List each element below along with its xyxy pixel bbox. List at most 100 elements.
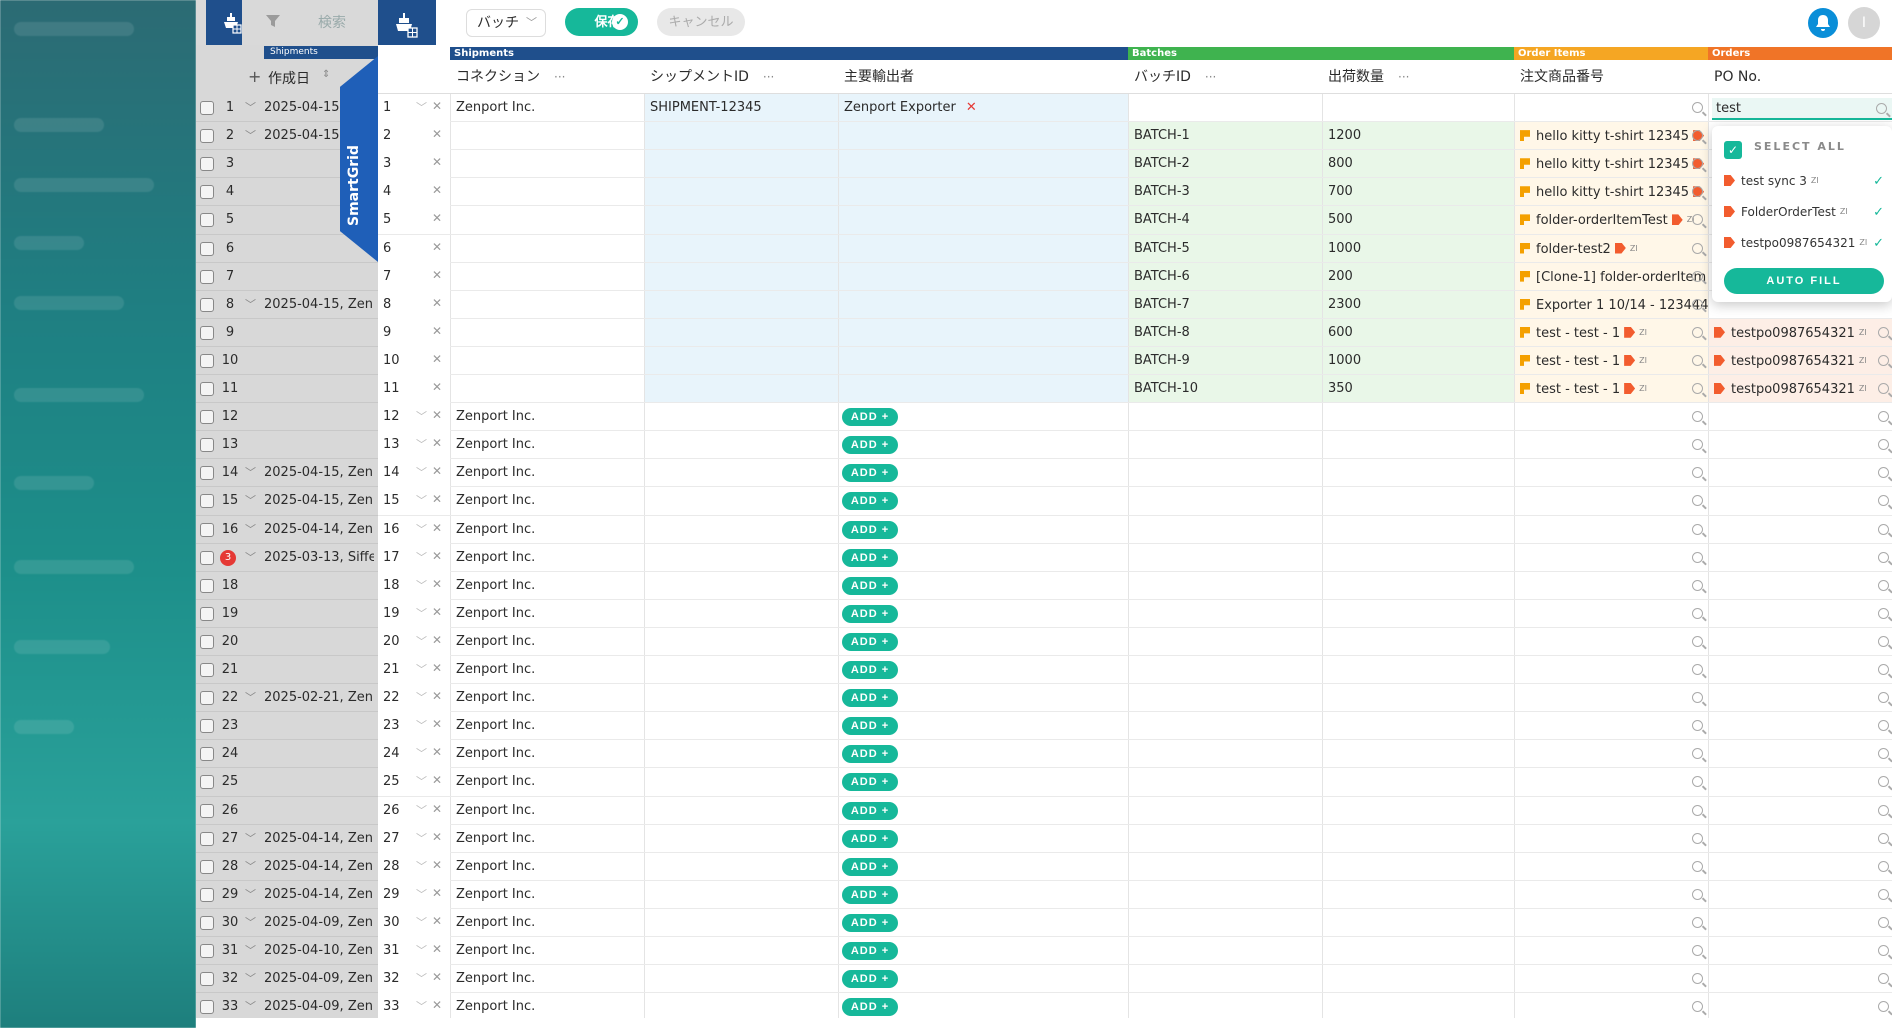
search-icon[interactable]: [1692, 214, 1703, 226]
connection-cell[interactable]: Zenport Inc.: [450, 993, 644, 1021]
chevron-down-icon[interactable]: ﹀: [245, 858, 256, 874]
batch-id-cell[interactable]: BATCH-9: [1128, 347, 1322, 375]
chevron-down-icon[interactable]: ﹀: [245, 942, 256, 958]
batch-id-cell[interactable]: BATCH-5: [1128, 235, 1322, 263]
search-icon[interactable]: [1692, 1001, 1703, 1013]
remove-row-icon[interactable]: ✕: [432, 211, 442, 225]
connection-cell[interactable]: Zenport Inc.: [450, 516, 644, 544]
search-icon[interactable]: [1692, 326, 1703, 338]
search-icon[interactable]: [1878, 383, 1889, 394]
order-item-cell[interactable]: folder-orderItemTest ZI: [1514, 206, 1708, 234]
smartgrid-tab[interactable]: SmartGrid: [340, 56, 378, 262]
search-icon[interactable]: [1692, 411, 1703, 423]
order-item-cell[interactable]: [Clone-1] folder-orderItemZI: [1514, 263, 1708, 291]
select-all-checkbox[interactable]: ✓ SELECT ALL: [1724, 140, 1846, 159]
column-menu-icon[interactable]: ···: [1398, 70, 1409, 84]
chevron-down-icon[interactable]: ﹀: [245, 886, 256, 902]
save-button[interactable]: 保存 ✓: [565, 8, 638, 36]
chevron-down-icon[interactable]: ﹀: [245, 492, 256, 508]
remove-row-icon[interactable]: ✕: [432, 521, 442, 535]
chevron-down-icon[interactable]: ﹀: [416, 436, 427, 452]
add-exporter-button[interactable]: ADD +: [842, 576, 898, 595]
search-icon[interactable]: [1692, 270, 1703, 282]
remove-row-icon[interactable]: ✕: [432, 492, 442, 506]
search-icon[interactable]: [1692, 467, 1703, 479]
remove-row-icon[interactable]: ✕: [432, 858, 442, 872]
search-icon[interactable]: [1692, 832, 1703, 844]
row-checkbox[interactable]: [200, 831, 214, 846]
row-checkbox[interactable]: [200, 297, 214, 312]
remove-row-icon[interactable]: ✕: [432, 408, 442, 422]
col-shipment-id[interactable]: シップメントID ···: [644, 61, 838, 93]
search-icon[interactable]: [1692, 945, 1703, 956]
batch-id-cell[interactable]: BATCH-8: [1128, 319, 1322, 347]
search-icon[interactable]: [1692, 888, 1703, 900]
remove-row-icon[interactable]: ✕: [432, 268, 442, 282]
remove-row-icon[interactable]: ✕: [432, 436, 442, 450]
chevron-down-icon[interactable]: ﹀: [245, 914, 256, 930]
search-icon[interactable]: [1692, 776, 1703, 788]
chevron-down-icon[interactable]: ﹀: [416, 858, 427, 874]
search-icon[interactable]: [1692, 607, 1703, 619]
connection-cell[interactable]: Zenport Inc.: [450, 937, 644, 965]
search-icon[interactable]: [1878, 579, 1889, 591]
remove-row-icon[interactable]: ✕: [432, 240, 442, 254]
po-cell[interactable]: testpo0987654321 ZI: [1708, 347, 1892, 375]
search-icon[interactable]: [1692, 354, 1703, 366]
search-icon[interactable]: [1692, 523, 1703, 535]
row-checkbox[interactable]: [200, 775, 214, 790]
chevron-down-icon[interactable]: ﹀: [245, 521, 256, 537]
cancel-button[interactable]: キャンセル: [657, 8, 745, 36]
search-icon[interactable]: [1878, 973, 1889, 985]
remove-row-icon[interactable]: ✕: [432, 296, 442, 310]
row-checkbox[interactable]: [200, 1000, 214, 1015]
row-checkbox[interactable]: [200, 944, 214, 958]
search-icon[interactable]: [1878, 664, 1889, 675]
chevron-down-icon[interactable]: ﹀: [416, 549, 427, 565]
search-icon[interactable]: [1692, 102, 1703, 113]
search-icon[interactable]: [1692, 916, 1703, 928]
search-icon[interactable]: [1878, 1001, 1889, 1013]
connection-cell[interactable]: Zenport Inc.: [450, 797, 644, 825]
chevron-down-icon[interactable]: ﹀: [245, 970, 256, 986]
connection-cell[interactable]: Zenport Inc.: [450, 881, 644, 909]
batch-id-cell[interactable]: BATCH-4: [1128, 206, 1322, 234]
remove-row-icon[interactable]: ✕: [432, 689, 442, 703]
connection-cell[interactable]: Zenport Inc.: [450, 768, 644, 796]
add-exporter-button[interactable]: ADD +: [842, 717, 898, 736]
remove-row-icon[interactable]: ✕: [432, 661, 442, 675]
connection-cell[interactable]: Zenport Inc.: [450, 684, 644, 712]
remove-row-icon[interactable]: ✕: [432, 183, 442, 197]
chevron-down-icon[interactable]: ﹀: [245, 127, 256, 143]
search-icon[interactable]: [1692, 804, 1703, 816]
column-menu-icon[interactable]: ···: [763, 70, 774, 84]
row-checkbox[interactable]: [200, 522, 214, 537]
quantity-cell[interactable]: 350: [1322, 375, 1514, 403]
quantity-cell[interactable]: 1200: [1322, 122, 1514, 150]
chevron-down-icon[interactable]: ﹀: [416, 464, 427, 480]
search-icon[interactable]: [1878, 551, 1889, 563]
search-icon[interactable]: [1692, 158, 1703, 170]
search-icon[interactable]: [1878, 804, 1889, 816]
search-icon[interactable]: [1692, 635, 1703, 647]
remove-exporter-icon[interactable]: ✕: [966, 100, 977, 115]
po-option[interactable]: test sync 3 ZI ✓: [1724, 174, 1884, 189]
remove-row-icon[interactable]: ✕: [432, 380, 442, 394]
search-icon[interactable]: [1692, 383, 1703, 394]
col-quantity[interactable]: 出荷数量 ···: [1322, 61, 1514, 93]
search-icon[interactable]: [1692, 186, 1703, 198]
order-item-cell[interactable]: folder-test2 ZI: [1514, 235, 1708, 263]
chevron-down-icon[interactable]: ﹀: [416, 99, 427, 115]
connection-cell[interactable]: Zenport Inc.: [450, 544, 644, 572]
chevron-down-icon[interactable]: ﹀: [416, 802, 427, 818]
quantity-cell[interactable]: 2300: [1322, 291, 1514, 319]
row-checkbox[interactable]: [200, 101, 214, 115]
search-icon[interactable]: [1878, 467, 1889, 479]
order-item-cell[interactable]: test - test - 1 ZI: [1514, 347, 1708, 375]
auto-fill-button[interactable]: AUTO FILL: [1724, 268, 1884, 294]
search-icon[interactable]: [1878, 495, 1889, 507]
order-item-cell[interactable]: Exporter 1 10/14 - 123444ZI: [1514, 291, 1708, 319]
quantity-cell[interactable]: 600: [1322, 319, 1514, 347]
search-icon[interactable]: [1692, 298, 1703, 310]
chevron-down-icon[interactable]: ﹀: [416, 661, 427, 677]
